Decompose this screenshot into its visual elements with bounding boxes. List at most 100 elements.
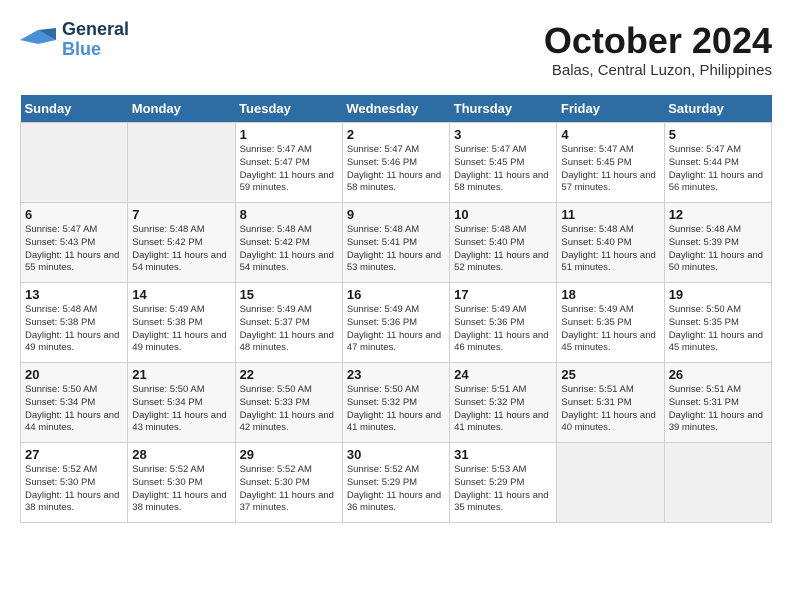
calendar-cell: 5 Sunrise: 5:47 AM Sunset: 5:44 PM Daylig… [664, 123, 771, 203]
day-number: 2 [347, 127, 445, 142]
day-detail: Sunrise: 5:52 AM Sunset: 5:30 PM Dayligh… [240, 464, 338, 515]
calendar-cell: 22 Sunrise: 5:50 AM Sunset: 5:33 PM Dayli… [235, 363, 342, 443]
calendar-cell: 26Sunrise: 5:51 AM Sunset: 5:31 PM Dayli… [664, 363, 771, 443]
day-number: 18 [561, 287, 659, 302]
day-detail: Sunrise: 5:48 AM Sunset: 5:41 PM Dayligh… [347, 224, 445, 275]
calendar-cell: 6Sunrise: 5:47 AM Sunset: 5:43 PM Daylig… [21, 203, 128, 283]
calendar-cell: 9 Sunrise: 5:48 AM Sunset: 5:41 PM Daylig… [342, 203, 449, 283]
calendar-table: SundayMondayTuesdayWednesdayThursdayFrid… [20, 95, 772, 523]
day-number: 24 [454, 367, 552, 382]
logo-text: General Blue [62, 20, 129, 60]
day-number: 5 [669, 127, 767, 142]
day-number: 23 [347, 367, 445, 382]
location: Balas, Central Luzon, Philippines [544, 62, 772, 79]
day-detail: Sunrise: 5:50 AM Sunset: 5:33 PM Dayligh… [240, 384, 338, 435]
day-of-week-header: Sunday [21, 95, 128, 123]
calendar-cell: 1Sunrise: 5:47 AM Sunset: 5:47 PM Daylig… [235, 123, 342, 203]
day-number: 8 [240, 207, 338, 222]
day-detail: Sunrise: 5:50 AM Sunset: 5:32 PM Dayligh… [347, 384, 445, 435]
page-header: General Blue October 2024 Balas, Central… [20, 20, 772, 79]
day-number: 20 [25, 367, 123, 382]
calendar-week-row: 27 Sunrise: 5:52 AM Sunset: 5:30 PM Dayli… [21, 443, 772, 523]
calendar-cell [128, 123, 235, 203]
calendar-cell: 3 Sunrise: 5:47 AM Sunset: 5:45 PM Daylig… [450, 123, 557, 203]
calendar-week-row: 20 Sunrise: 5:50 AM Sunset: 5:34 PM Dayli… [21, 363, 772, 443]
day-detail: Sunrise: 5:50 AM Sunset: 5:34 PM Dayligh… [25, 384, 123, 435]
calendar-cell: 24 Sunrise: 5:51 AM Sunset: 5:32 PM Dayli… [450, 363, 557, 443]
calendar-cell [664, 443, 771, 523]
day-detail: Sunrise: 5:51 AM Sunset: 5:32 PM Dayligh… [454, 384, 552, 435]
calendar-cell: 2 Sunrise: 5:47 AM Sunset: 5:46 PM Daylig… [342, 123, 449, 203]
day-number: 1 [240, 127, 338, 142]
day-number: 9 [347, 207, 445, 222]
day-number: 4 [561, 127, 659, 142]
day-number: 19 [669, 287, 767, 302]
day-number: 3 [454, 127, 552, 142]
day-detail: Sunrise: 5:47 AM Sunset: 5:45 PM Dayligh… [454, 144, 552, 195]
calendar-cell: 25 Sunrise: 5:51 AM Sunset: 5:31 PM Dayli… [557, 363, 664, 443]
day-number: 6 [25, 207, 123, 222]
calendar-cell: 12Sunrise: 5:48 AM Sunset: 5:39 PM Dayli… [664, 203, 771, 283]
calendar-cell [557, 443, 664, 523]
day-number: 26 [669, 367, 767, 382]
calendar-cell: 28 Sunrise: 5:52 AM Sunset: 5:30 PM Dayli… [128, 443, 235, 523]
day-number: 15 [240, 287, 338, 302]
day-number: 22 [240, 367, 338, 382]
calendar-cell: 11 Sunrise: 5:48 AM Sunset: 5:40 PM Dayli… [557, 203, 664, 283]
day-detail: Sunrise: 5:49 AM Sunset: 5:36 PM Dayligh… [347, 304, 445, 355]
day-number: 25 [561, 367, 659, 382]
day-detail: Sunrise: 5:48 AM Sunset: 5:42 PM Dayligh… [240, 224, 338, 275]
calendar-cell: 15Sunrise: 5:49 AM Sunset: 5:37 PM Dayli… [235, 283, 342, 363]
calendar-cell: 27 Sunrise: 5:52 AM Sunset: 5:30 PM Dayli… [21, 443, 128, 523]
day-number: 14 [132, 287, 230, 302]
day-detail: Sunrise: 5:52 AM Sunset: 5:30 PM Dayligh… [25, 464, 123, 515]
calendar-week-row: 13 Sunrise: 5:48 AM Sunset: 5:38 PM Dayli… [21, 283, 772, 363]
calendar-cell: 13 Sunrise: 5:48 AM Sunset: 5:38 PM Dayli… [21, 283, 128, 363]
day-number: 28 [132, 447, 230, 462]
calendar-cell: 18 Sunrise: 5:49 AM Sunset: 5:35 PM Dayli… [557, 283, 664, 363]
day-number: 13 [25, 287, 123, 302]
calendar-cell: 14 Sunrise: 5:49 AM Sunset: 5:38 PM Dayli… [128, 283, 235, 363]
month-title: October 2024 [544, 20, 772, 62]
day-number: 17 [454, 287, 552, 302]
calendar-cell: 23 Sunrise: 5:50 AM Sunset: 5:32 PM Dayli… [342, 363, 449, 443]
day-detail: Sunrise: 5:47 AM Sunset: 5:46 PM Dayligh… [347, 144, 445, 195]
day-number: 11 [561, 207, 659, 222]
day-number: 16 [347, 287, 445, 302]
day-detail: Sunrise: 5:50 AM Sunset: 5:34 PM Dayligh… [132, 384, 230, 435]
day-of-week-header: Thursday [450, 95, 557, 123]
day-detail: Sunrise: 5:48 AM Sunset: 5:38 PM Dayligh… [25, 304, 123, 355]
day-number: 29 [240, 447, 338, 462]
day-of-week-header: Saturday [664, 95, 771, 123]
day-number: 21 [132, 367, 230, 382]
day-of-week-header: Monday [128, 95, 235, 123]
day-detail: Sunrise: 5:52 AM Sunset: 5:29 PM Dayligh… [347, 464, 445, 515]
day-detail: Sunrise: 5:49 AM Sunset: 5:36 PM Dayligh… [454, 304, 552, 355]
title-block: October 2024 Balas, Central Luzon, Phili… [544, 20, 772, 79]
day-detail: Sunrise: 5:50 AM Sunset: 5:35 PM Dayligh… [669, 304, 767, 355]
day-number: 10 [454, 207, 552, 222]
day-of-week-header: Wednesday [342, 95, 449, 123]
day-detail: Sunrise: 5:49 AM Sunset: 5:38 PM Dayligh… [132, 304, 230, 355]
day-detail: Sunrise: 5:49 AM Sunset: 5:35 PM Dayligh… [561, 304, 659, 355]
day-number: 7 [132, 207, 230, 222]
day-number: 27 [25, 447, 123, 462]
day-detail: Sunrise: 5:47 AM Sunset: 5:44 PM Dayligh… [669, 144, 767, 195]
calendar-header-row: SundayMondayTuesdayWednesdayThursdayFrid… [21, 95, 772, 123]
day-detail: Sunrise: 5:48 AM Sunset: 5:40 PM Dayligh… [561, 224, 659, 275]
calendar-cell: 31Sunrise: 5:53 AM Sunset: 5:29 PM Dayli… [450, 443, 557, 523]
day-number: 30 [347, 447, 445, 462]
calendar-cell: 4Sunrise: 5:47 AM Sunset: 5:45 PM Daylig… [557, 123, 664, 203]
calendar-cell: 29 Sunrise: 5:52 AM Sunset: 5:30 PM Dayli… [235, 443, 342, 523]
day-detail: Sunrise: 5:48 AM Sunset: 5:40 PM Dayligh… [454, 224, 552, 275]
calendar-cell: 8 Sunrise: 5:48 AM Sunset: 5:42 PM Daylig… [235, 203, 342, 283]
day-of-week-header: Friday [557, 95, 664, 123]
day-detail: Sunrise: 5:51 AM Sunset: 5:31 PM Dayligh… [561, 384, 659, 435]
logo: General Blue [20, 20, 129, 60]
day-number: 12 [669, 207, 767, 222]
day-number: 31 [454, 447, 552, 462]
calendar-cell: 17 Sunrise: 5:49 AM Sunset: 5:36 PM Dayli… [450, 283, 557, 363]
day-detail: Sunrise: 5:48 AM Sunset: 5:42 PM Dayligh… [132, 224, 230, 275]
day-detail: Sunrise: 5:52 AM Sunset: 5:30 PM Dayligh… [132, 464, 230, 515]
calendar-cell: 16 Sunrise: 5:49 AM Sunset: 5:36 PM Dayli… [342, 283, 449, 363]
